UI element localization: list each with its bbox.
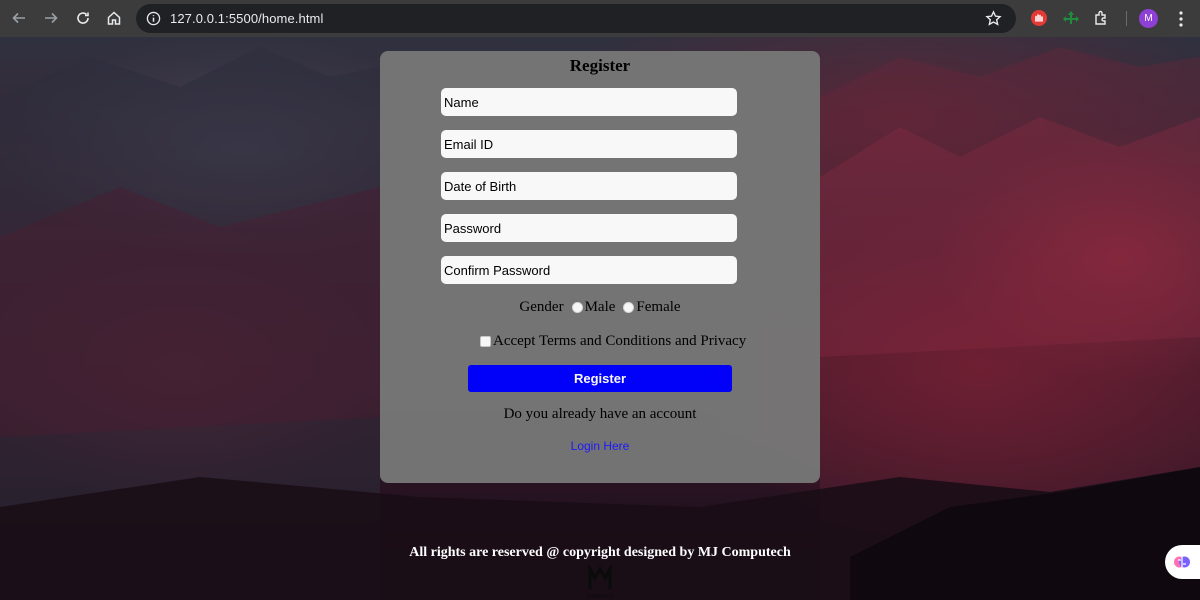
back-button[interactable]: [8, 7, 30, 29]
page-viewport: Register Gender Male Female Accept Terms…: [0, 37, 1200, 600]
gender-male-label[interactable]: Male: [585, 299, 616, 316]
forward-button[interactable]: [40, 7, 62, 29]
gender-female-radio[interactable]: [623, 302, 635, 313]
profile-avatar[interactable]: M: [1139, 9, 1158, 28]
arrow-right-icon: [45, 12, 58, 24]
password-field[interactable]: [441, 214, 737, 242]
computech-logo: COMPUTECH: [586, 565, 614, 600]
email-field[interactable]: [441, 130, 737, 158]
logo-wordmark: COMPUTECH: [586, 594, 614, 600]
gender-female-label[interactable]: Female: [636, 299, 680, 316]
reload-icon: [77, 12, 89, 24]
address-url[interactable]: 127.0.0.1:5500/home.html: [170, 11, 323, 26]
extension-green-icon[interactable]: [1062, 9, 1080, 27]
more-menu-icon[interactable]: [1174, 10, 1188, 28]
arrow-left-icon: [12, 12, 25, 24]
extensions-puzzle-icon[interactable]: [1093, 9, 1111, 27]
date-of-birth-field[interactable]: [441, 172, 737, 200]
floating-assistant-button[interactable]: [1165, 545, 1200, 579]
confirm-password-field[interactable]: [441, 256, 737, 284]
register-card: Register Gender Male Female Accept Terms…: [380, 51, 820, 483]
terms-group: Accept Terms and Conditions and Privacy: [380, 333, 820, 350]
gender-label: Gender: [519, 299, 564, 315]
footer-copyright: All rights are reserved @ copyright desi…: [409, 545, 791, 560]
gender-male-radio[interactable]: [571, 302, 583, 313]
gender-group: Gender Male Female: [380, 299, 820, 316]
account-prompt: Do you already have an account: [503, 406, 697, 422]
bookmark-star-icon[interactable]: [985, 10, 1002, 27]
register-title: Register: [569, 56, 631, 75]
address-bar[interactable]: 127.0.0.1:5500/home.html: [136, 4, 1016, 33]
reload-button[interactable]: [72, 7, 94, 29]
terms-checkbox[interactable]: [480, 336, 491, 347]
home-button[interactable]: [103, 7, 125, 29]
info-icon[interactable]: [146, 11, 161, 26]
brain-icon: [1174, 556, 1190, 568]
terms-label[interactable]: Accept Terms and Conditions and Privacy: [493, 333, 746, 350]
login-link[interactable]: Login Here: [380, 439, 820, 453]
extension-red-hand-icon[interactable]: [1030, 9, 1048, 27]
name-field[interactable]: [441, 88, 737, 116]
browser-toolbar: 127.0.0.1:5500/home.html M: [0, 0, 1200, 37]
register-button[interactable]: Register: [468, 365, 732, 392]
home-icon: [107, 11, 121, 25]
toolbar-divider: [1126, 11, 1127, 26]
